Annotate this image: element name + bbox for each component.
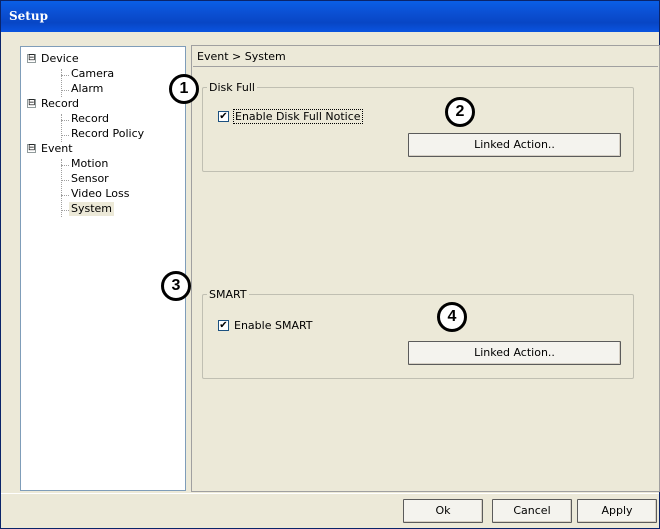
annotation-badge-3: 3 [161, 271, 191, 301]
tree-item-record-group[interactable]: Record [41, 97, 79, 111]
window-title: Setup [9, 9, 48, 23]
annotation-badge-2: 2 [445, 97, 475, 127]
enable-disk-full-label[interactable]: Enable Disk Full Notice [233, 109, 363, 124]
smart-legend: SMART [209, 288, 247, 301]
breadcrumb: Event > System [193, 47, 658, 67]
smart-linked-action-button[interactable]: Linked Action.. [408, 341, 621, 365]
footer-divider [1, 493, 659, 494]
tree-item-alarm[interactable]: Alarm [71, 82, 103, 96]
tree-item-event[interactable]: Event [41, 142, 73, 156]
cancel-button[interactable]: Cancel [492, 499, 572, 523]
enable-disk-full-checkbox[interactable]: ✔ [218, 111, 229, 122]
collapse-device-icon[interactable]: ⊟ [27, 54, 36, 63]
tree-item-record-policy[interactable]: Record Policy [71, 127, 144, 141]
annotation-badge-1: 1 [169, 74, 199, 104]
tree-connector [61, 90, 69, 91]
smart-group: SMART [202, 288, 634, 379]
tree-item-video-loss[interactable]: Video Loss [71, 187, 129, 201]
apply-button[interactable]: Apply [577, 499, 657, 523]
enable-smart-label[interactable]: Enable SMART [234, 319, 313, 332]
tree-connector [61, 159, 62, 217]
annotation-badge-4: 4 [437, 302, 467, 332]
tree-item-record[interactable]: Record [71, 112, 109, 126]
enable-smart-checkbox-row[interactable]: ✔ Enable SMART [218, 319, 313, 332]
setup-window: Setup ⊟ Device Camera Alarm ⊟ Record Rec… [0, 0, 660, 529]
tree-connector [61, 135, 69, 136]
tree-item-system[interactable]: System [69, 202, 115, 216]
tree-connector [61, 180, 69, 181]
tree-connector [61, 165, 69, 166]
title-bar[interactable]: Setup [1, 1, 659, 32]
tree-connector [61, 69, 62, 97]
enable-disk-full-checkbox-row[interactable]: ✔ Enable Disk Full Notice [218, 109, 363, 124]
tree-item-device[interactable]: Device [41, 52, 79, 66]
settings-tree[interactable]: ⊟ Device Camera Alarm ⊟ Record Record Re… [20, 46, 186, 491]
tree-connector [61, 75, 69, 76]
tree-connector [61, 210, 69, 211]
collapse-record-icon[interactable]: ⊟ [27, 99, 36, 108]
tree-item-sensor[interactable]: Sensor [71, 172, 109, 186]
disk-full-linked-action-button[interactable]: Linked Action.. [408, 133, 621, 157]
enable-smart-checkbox[interactable]: ✔ [218, 320, 229, 331]
disk-full-legend: Disk Full [209, 81, 255, 94]
tree-connector [61, 195, 69, 196]
disk-full-group: Disk Full [202, 81, 634, 172]
tree-item-motion[interactable]: Motion [71, 157, 108, 171]
collapse-event-icon[interactable]: ⊟ [27, 144, 36, 153]
tree-connector [61, 120, 69, 121]
ok-button[interactable]: Ok [403, 499, 483, 523]
tree-item-camera[interactable]: Camera [71, 67, 114, 81]
tree-connector [61, 114, 62, 142]
